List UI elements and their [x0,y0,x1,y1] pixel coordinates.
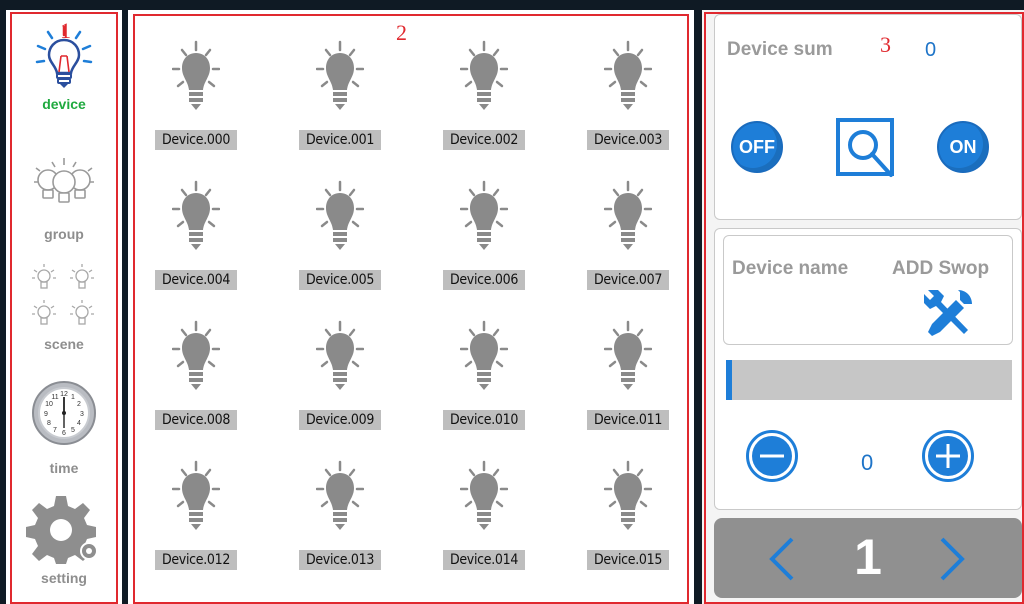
svg-text:10: 10 [45,401,53,408]
level-slider-fill [726,360,732,400]
bulb-icon [604,40,652,110]
bulb-icon [316,180,364,250]
sidebar-item-label: scene [44,336,84,352]
device-tile[interactable]: Device.013 [299,460,409,590]
device-name: Device.011 [587,410,669,430]
device-sum-label: Device sum [727,39,833,60]
svg-text:1: 1 [71,394,75,401]
sidebar-item-group[interactable]: group [6,152,122,242]
level-slider[interactable] [726,360,1012,400]
sidebar: device group scene 12 1 2 3 4 5 6 7 8 9 … [6,10,122,604]
device-sum-value: 0 [925,39,937,61]
svg-text:12: 12 [60,391,68,398]
device-name: Device.015 [587,550,669,570]
device-tile[interactable]: Device.009 [299,320,409,450]
bulb-icon [172,460,220,530]
bulb-icon [316,460,364,530]
device-tile[interactable]: Device.000 [155,40,265,170]
device-name: Device.003 [587,130,669,150]
device-tile[interactable]: Device.011 [587,320,697,450]
device-name: Device.012 [155,550,237,570]
device-name: Device.005 [299,270,381,290]
all-on-button[interactable]: ON [937,121,989,173]
bulb-icon [604,180,652,250]
gear-icon [26,496,98,564]
svg-text:5: 5 [71,427,75,434]
svg-text:2: 2 [77,401,81,408]
svg-text:6: 6 [62,430,66,437]
minus-icon [752,436,792,476]
device-name: Device.007 [587,270,669,290]
off-label: OFF [739,136,775,157]
sidebar-item-label: setting [41,570,87,586]
bulb-icon [172,40,220,110]
sidebar-item-scene[interactable]: scene [6,260,122,352]
sidebar-item-label: group [44,226,84,242]
device-name: Device.006 [443,270,525,290]
bulb-icon [316,320,364,390]
on-label: ON [949,136,977,157]
device-name: Device.014 [443,550,525,570]
search-icon[interactable] [835,117,899,181]
device-tile[interactable]: Device.002 [443,40,553,170]
device-tile[interactable]: Device.015 [587,460,697,590]
sidebar-item-setting[interactable]: setting [6,494,122,586]
page-number: 1 [854,529,882,585]
sidebar-item-time[interactable]: 12 1 2 345 678 9 10 11 time [6,380,122,476]
svg-text:7: 7 [53,427,57,434]
bulb-icon [460,460,508,530]
region-1-number: 1 [60,18,71,43]
scene-bulbs-icon [32,264,94,325]
bulb-icon [172,180,220,250]
sidebar-item-label: device [42,96,86,112]
device-name: Device.000 [155,130,237,150]
bulb-icon [460,40,508,110]
device-tile[interactable]: Device.008 [155,320,265,450]
bulb-icon [172,320,220,390]
device-tile[interactable]: Device.003 [587,40,697,170]
all-off-button[interactable]: OFF [731,121,783,173]
svg-text:3: 3 [80,411,84,418]
device-name: Device.002 [443,130,525,150]
device-name: Device.004 [155,270,237,290]
svg-text:8: 8 [47,420,51,427]
device-tile[interactable]: Device.004 [155,180,265,310]
device-tile[interactable]: Device.014 [443,460,553,590]
bulb-icon [460,320,508,390]
device-name: Device.001 [299,130,381,150]
pager: 1 [714,518,1022,598]
device-tile[interactable]: Device.001 [299,40,409,170]
svg-text:4: 4 [77,420,81,427]
device-name: Device.008 [155,410,237,430]
bulb-icon [460,180,508,250]
increase-button[interactable] [922,430,974,482]
device-sum-card: Device sum 0 OFF ON [714,14,1022,220]
decrease-button[interactable] [746,430,798,482]
device-tile[interactable]: Device.010 [443,320,553,450]
device-tile[interactable]: Device.007 [587,180,697,310]
region-3-number: 3 [880,32,891,57]
bulb-group-icon [34,158,94,203]
bulb-icon [604,320,652,390]
device-name-box[interactable]: Device name ADD Swop [723,235,1013,345]
clock-icon: 12 12 345 678 91011 [32,381,96,445]
svg-text:11: 11 [51,394,58,401]
tools-icon[interactable] [920,286,976,342]
bulb-icon [604,460,652,530]
device-tile[interactable]: Device.012 [155,460,265,590]
device-name: Device.009 [299,410,381,430]
bulb-icon [316,40,364,110]
level-value: 0 [861,450,874,475]
device-tile[interactable]: Device.006 [443,180,553,310]
svg-text:9: 9 [44,411,48,418]
device-name: Device.013 [299,550,381,570]
chevron-right-icon[interactable] [938,536,968,582]
sidebar-item-label: time [49,460,79,476]
add-swop-label: ADD Swop [892,258,990,279]
device-name: Device.010 [443,410,525,430]
device-tile[interactable]: Device.005 [299,180,409,310]
plus-icon [928,436,968,476]
device-name-label: Device name [732,258,849,279]
